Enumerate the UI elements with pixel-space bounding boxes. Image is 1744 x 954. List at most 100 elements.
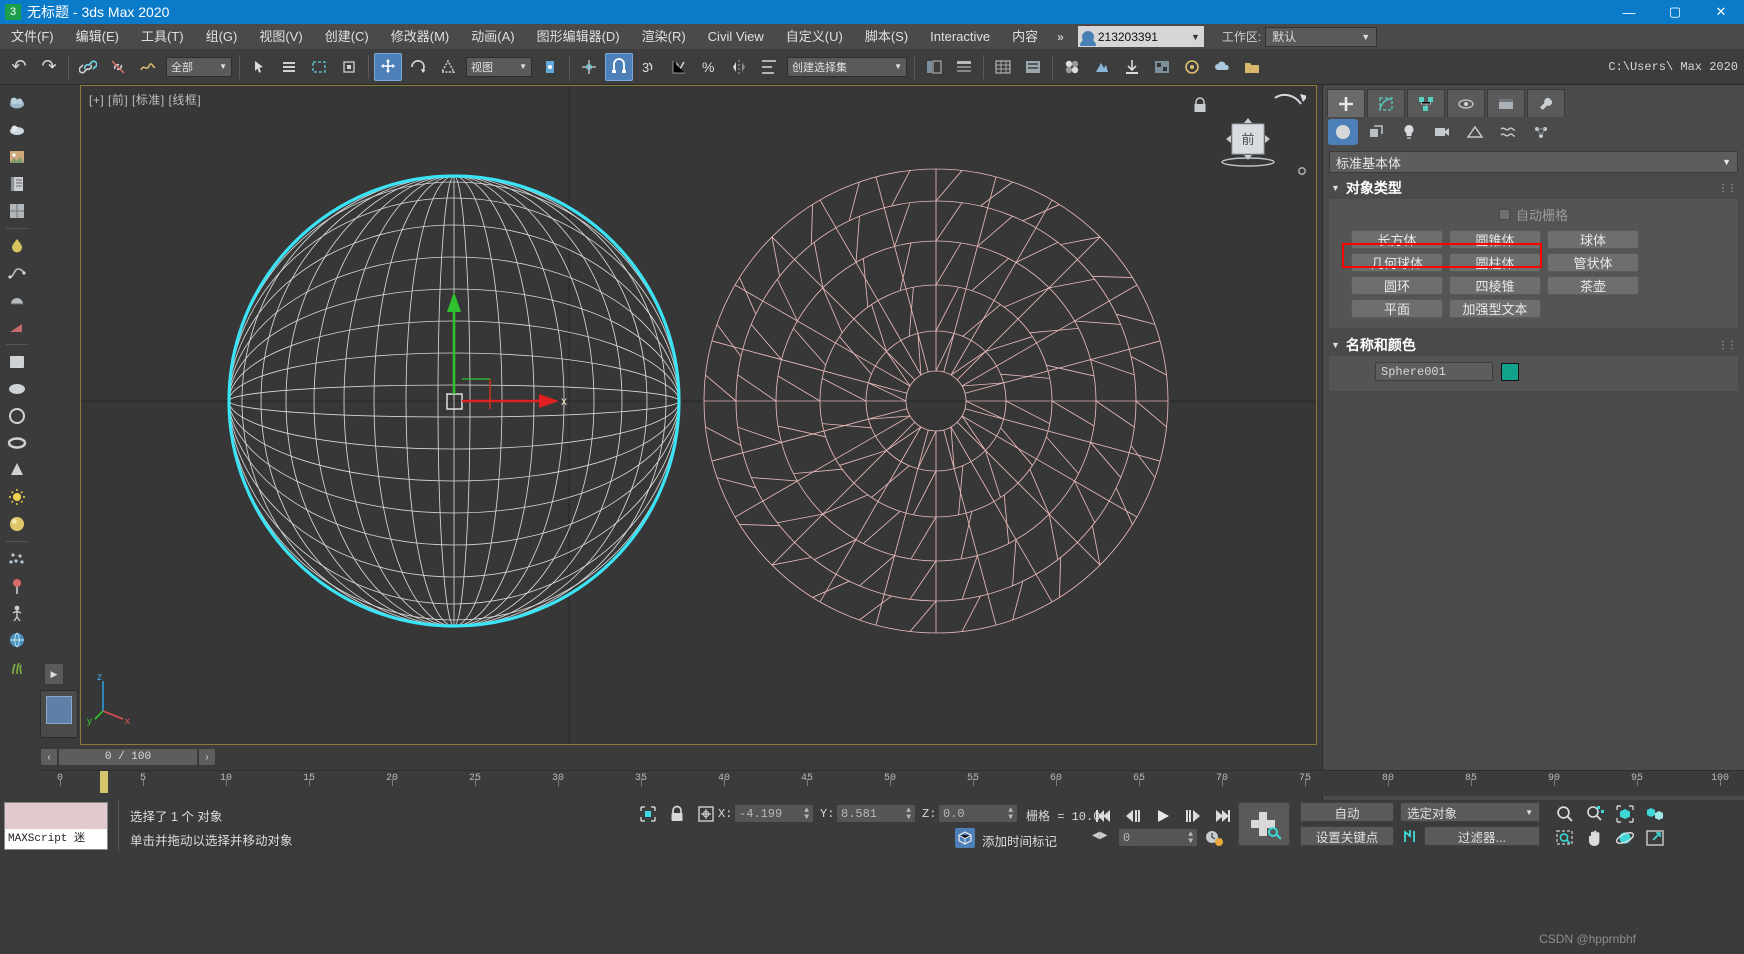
ellipsoid-primitive-icon[interactable]	[5, 377, 29, 401]
zoom-extents-icon[interactable]	[1612, 802, 1638, 826]
next-frame-button[interactable]: ›	[198, 748, 216, 766]
menu-civil-view[interactable]: Civil View	[697, 26, 775, 48]
reference-coordinate-system-dropdown[interactable]: 视图 ▼	[466, 56, 532, 77]
menu-create[interactable]: 创建(C)	[314, 26, 380, 48]
account-dropdown[interactable]: 213203391 ▼	[1077, 26, 1204, 47]
toggle-layer-explorer-icon[interactable]	[950, 53, 978, 81]
paint-drop-icon[interactable]	[5, 234, 29, 258]
menu-group[interactable]: 组(G)	[195, 26, 249, 48]
tab-motion[interactable]	[1447, 89, 1485, 117]
named-selection-sets-dropdown[interactable]: 创建选择集 ▼	[787, 56, 907, 77]
current-frame-display[interactable]: 0 / 100	[58, 748, 198, 766]
zoom-all-icon[interactable]	[1582, 802, 1608, 826]
object-color-swatch[interactable]	[1501, 362, 1519, 381]
subtab-shapes[interactable]	[1361, 119, 1391, 145]
coord-z-field[interactable]: 0.0 ▲ ▼	[938, 804, 1018, 823]
isolate-selection-icon[interactable]	[638, 804, 658, 829]
auto-key-button[interactable]: 自动	[1300, 802, 1394, 822]
subtab-systems[interactable]	[1526, 119, 1556, 145]
rendered-frame-window-icon[interactable]	[1148, 53, 1176, 81]
selection-filter-dropdown[interactable]: 全部 ▼	[166, 56, 232, 77]
subtab-cameras[interactable]	[1427, 119, 1457, 145]
render-setup-icon[interactable]	[1118, 53, 1146, 81]
settings-dot-icon[interactable]	[1296, 164, 1308, 182]
workspace-dropdown[interactable]: 默认 ▼	[1265, 26, 1378, 47]
box-primitive-icon[interactable]	[5, 350, 29, 374]
set-key-button[interactable]: 设置关键点	[1300, 826, 1394, 846]
menu-graph-editors[interactable]: 图形编辑器(D)	[526, 26, 631, 48]
viewport-label[interactable]: [+] [前] [标准] [线框]	[89, 91, 201, 108]
sun-pattern-icon[interactable]	[5, 199, 29, 223]
listener-output-area[interactable]	[5, 803, 107, 829]
particles-icon[interactable]	[5, 547, 29, 571]
orbit-arrow-icon[interactable]	[1272, 92, 1308, 123]
absolute-relative-transform-toggle-icon[interactable]	[696, 804, 716, 829]
globe-icon[interactable]	[5, 628, 29, 652]
name-and-color-rollout-header[interactable]: ▼ 名称和颜色 ⋮⋮	[1323, 334, 1744, 356]
maxscript-mini-listener[interactable]: MAXScript 迷	[4, 802, 108, 850]
maximize-viewport-toggle-icon[interactable]	[1642, 826, 1668, 850]
spline-icon[interactable]	[5, 261, 29, 285]
book-icon[interactable]	[5, 172, 29, 196]
select-object-icon[interactable]	[245, 53, 273, 81]
menu-tools[interactable]: 工具(T)	[130, 26, 195, 48]
angle-snap-toggle-icon[interactable]: 3	[635, 53, 663, 81]
selection-lock-icon[interactable]	[668, 804, 686, 829]
add-time-tag-label[interactable]: 添加时间标记	[982, 831, 1057, 850]
pan-view-icon[interactable]	[1582, 826, 1608, 850]
object-type-rollout-header[interactable]: ▼ 对象类型 ⋮⋮	[1323, 177, 1744, 199]
toggle-scene-explorer-icon[interactable]	[920, 53, 948, 81]
menu-file[interactable]: 文件(F)	[0, 26, 65, 48]
tab-utilities[interactable]	[1527, 89, 1565, 117]
play-animation-icon[interactable]	[1150, 804, 1176, 828]
object-button-torus[interactable]: 圆环	[1351, 276, 1443, 295]
object-button-pyramid[interactable]: 四棱锥	[1449, 276, 1541, 295]
auto-grid-row[interactable]: 自动栅格	[1337, 205, 1730, 224]
zoom-region-icon[interactable]	[1552, 826, 1578, 850]
subtab-space-warps[interactable]	[1493, 119, 1523, 145]
viewport-layout-thumbnail[interactable]	[40, 690, 78, 738]
object-button-box[interactable]: 长方体	[1351, 230, 1443, 249]
subtab-helpers[interactable]	[1460, 119, 1490, 145]
zoom-icon[interactable]	[1552, 802, 1578, 826]
coord-y-field[interactable]: 8.581 ▲ ▼	[836, 804, 916, 823]
tab-modify[interactable]	[1367, 89, 1405, 117]
close-button[interactable]: ✕	[1698, 0, 1744, 24]
select-and-link-icon[interactable]	[74, 53, 102, 81]
object-button-tube[interactable]: 管状体	[1547, 253, 1639, 272]
menu-scripting[interactable]: 脚本(S)	[854, 26, 919, 48]
auto-grid-checkbox[interactable]	[1498, 209, 1510, 220]
object-button-cylinder[interactable]: 圆柱体	[1449, 253, 1541, 272]
primitive-category-dropdown[interactable]: 标准基本体 ▼	[1329, 151, 1738, 173]
snaps-toggle-icon[interactable]	[605, 52, 633, 81]
menu-customize[interactable]: 自定义(U)	[775, 26, 854, 48]
menu-modifiers[interactable]: 修改器(M)	[380, 26, 461, 48]
current-frame-field[interactable]: 0 ▲ ▼	[1118, 828, 1198, 847]
bind-to-space-warp-icon[interactable]	[134, 53, 162, 81]
open-asset-tracking-icon[interactable]	[1238, 53, 1266, 81]
material-editor-icon[interactable]	[1058, 53, 1086, 81]
menu-rendering[interactable]: 渲染(R)	[631, 26, 697, 48]
cloud-icon[interactable]	[5, 91, 29, 115]
slate-material-editor-icon[interactable]	[1088, 53, 1116, 81]
object-button-teapot[interactable]: 茶壶	[1547, 276, 1639, 295]
tab-hierarchy[interactable]	[1407, 89, 1445, 117]
half-circle-icon[interactable]	[5, 288, 29, 312]
expand-rail-button[interactable]: ▶	[44, 663, 64, 685]
menu-animation[interactable]: 动画(A)	[460, 26, 525, 48]
sphere-shaded-icon[interactable]	[5, 512, 29, 536]
circle-primitive-icon[interactable]	[5, 404, 29, 428]
menu-content[interactable]: 内容	[1001, 26, 1049, 48]
select-by-name-icon[interactable]	[275, 53, 303, 81]
viewport-canvas[interactable]: x z x y	[81, 86, 1317, 745]
schematic-view-icon[interactable]	[1019, 53, 1047, 81]
key-filters-toggle-icon[interactable]	[1400, 826, 1420, 851]
add-time-tag-icon[interactable]	[955, 828, 975, 848]
time-playhead[interactable]	[100, 771, 108, 793]
spinner-icon[interactable]: ▲ ▼	[1188, 830, 1193, 845]
menu-overflow-icon[interactable]: »	[1049, 30, 1072, 44]
track-bar-ruler[interactable]: 0 5 10 15 20 25 30 35 40 45 50 55 60 65 70 75 80 85 90 95 10…	[40, 770, 1744, 796]
spinner-icon[interactable]: ▲ ▼	[804, 806, 809, 821]
redo-button[interactable]: ↷	[35, 53, 63, 81]
spinner-snap-toggle-icon[interactable]	[665, 53, 693, 81]
